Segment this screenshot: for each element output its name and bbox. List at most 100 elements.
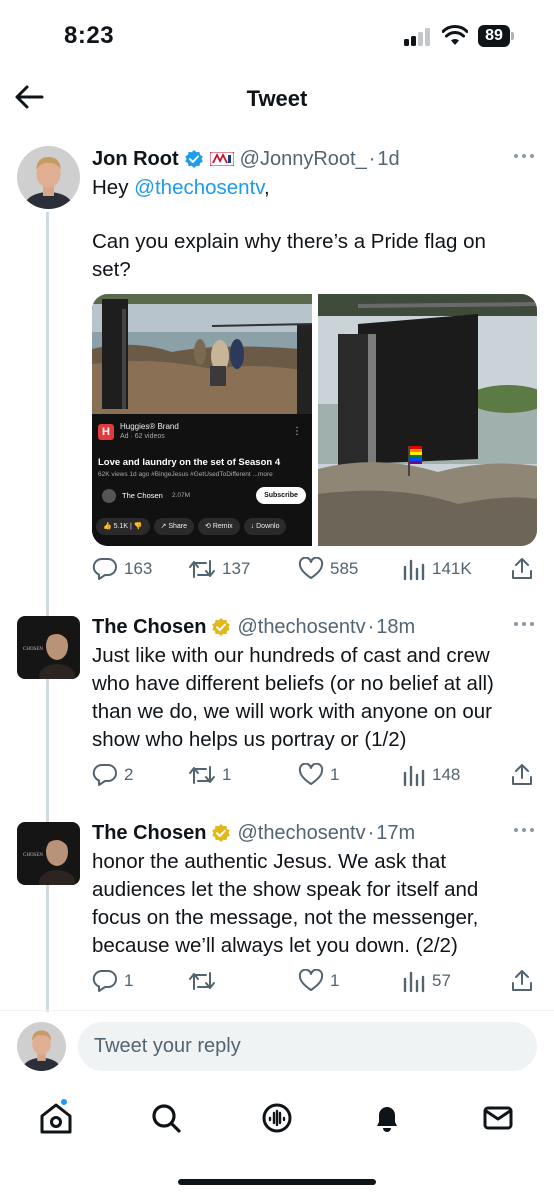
like-button[interactable]: 1 (298, 762, 339, 788)
video-remix-chip: ⟲ Remix (198, 518, 240, 535)
share-button[interactable] (511, 762, 533, 788)
more-options-icon[interactable] (514, 150, 536, 162)
video-meta: 62K views 1d ago #BingeJesus #GetUsedToD… (98, 471, 273, 478)
tweet-header: The Chosen @thechosentv · 17m (92, 821, 416, 845)
retweet-button[interactable]: 1 (188, 762, 231, 788)
tweet-text: Hey @thechosentv, (92, 176, 270, 199)
nav-home[interactable] (34, 1096, 78, 1140)
page-title: Tweet (246, 86, 308, 111)
media-image-youtube[interactable]: H Huggies® Brand Ad · 62 videos ⋮ Love a… (92, 294, 313, 546)
youtube-card: H Huggies® Brand Ad · 62 videos ⋮ Love a… (92, 414, 312, 546)
media-image-set[interactable] (318, 294, 537, 546)
like-icon (298, 969, 324, 991)
views-count: 148 (432, 765, 461, 784)
my-avatar (17, 1022, 66, 1071)
nav-messages[interactable] (476, 1096, 520, 1140)
views-button[interactable]: 141K (402, 556, 472, 582)
mention-link[interactable]: @thechosentv (134, 176, 264, 199)
status-bar: 8:23 89 (0, 0, 554, 72)
more-options-icon[interactable] (514, 824, 536, 836)
verified-icon (184, 150, 203, 168)
author-handle: @thechosentv (237, 821, 366, 844)
video-like-chip: 👍 5.1K | 👎 (96, 518, 150, 535)
tweet-actions: 1 1 57 (92, 968, 537, 994)
nav-spaces[interactable] (255, 1096, 299, 1140)
like-icon (298, 557, 324, 579)
svg-text:CHOSEN: CHOSEN (23, 853, 43, 858)
tweet-main[interactable]: Jon Root @JonnyRoot_ · 1d Hey @thechosen… (0, 146, 554, 586)
tweet-reply-1[interactable]: CHOSEN The Chosen @thechosentv · 18m Jus… (0, 614, 554, 794)
video-actions: 👍 5.1K | 👎 ↗ Share ⟲ Remix ↓ Downlo (96, 518, 287, 536)
wifi-icon (442, 25, 468, 45)
share-icon (512, 558, 532, 579)
views-button[interactable]: 148 (402, 762, 460, 788)
like-icon (298, 763, 324, 785)
channel-subscribers: 2.07M (172, 492, 191, 499)
avatar[interactable] (17, 146, 80, 209)
reply-count: 2 (124, 765, 134, 784)
affiliate-badge-icon (209, 152, 234, 166)
retweet-icon (189, 972, 215, 990)
reply-icon (92, 557, 117, 580)
nav-search[interactable] (144, 1096, 188, 1140)
views-count: 141K (432, 559, 472, 578)
views-icon (403, 765, 425, 787)
reply-count: 1 (124, 971, 134, 990)
tweet-text: honor the authentic Jesus. We ask that a… (92, 850, 479, 957)
share-icon (512, 970, 532, 991)
share-icon (512, 764, 532, 785)
more-options-icon[interactable] (514, 618, 536, 630)
like-button[interactable]: 1 (298, 968, 339, 994)
brand-logo-icon: H (98, 424, 114, 440)
author-handle: @thechosentv (237, 615, 366, 638)
battery-level: 89 (478, 25, 510, 47)
reply-button[interactable]: 1 (92, 968, 133, 994)
divider (0, 1010, 554, 1011)
messages-icon (483, 1106, 513, 1130)
like-count: 1 (330, 971, 340, 990)
share-button[interactable] (511, 556, 533, 582)
retweet-button[interactable] (188, 968, 222, 994)
avatar[interactable]: CHOSEN (17, 616, 80, 679)
battery-icon: 89 (478, 25, 514, 47)
notifications-icon (377, 1107, 397, 1132)
verified-gold-icon (212, 824, 231, 842)
like-button[interactable]: 585 (298, 556, 358, 582)
tweet-time: 1d (377, 147, 400, 170)
avatar[interactable]: CHOSEN (17, 822, 80, 885)
share-button[interactable] (511, 968, 533, 994)
subscribe-button: Subscribe (256, 487, 306, 504)
tweet-text: Just like with our hundreds of cast and … (92, 644, 494, 751)
reply-icon (92, 969, 117, 992)
home-icon (40, 1103, 72, 1134)
tweet-reply-2[interactable]: CHOSEN The Chosen @thechosentv · 17m hon… (0, 820, 554, 1000)
video-still (92, 294, 313, 414)
tweet-actions: 163 137 585 141K (92, 556, 537, 582)
author-name[interactable]: The Chosen (92, 616, 206, 639)
ad-label: Ad · 62 videos (120, 433, 165, 440)
header: Tweet (0, 72, 554, 124)
kebab-icon: ⋮ (292, 426, 302, 437)
video-share-chip: ↗ Share (153, 518, 195, 535)
views-count: 57 (432, 971, 451, 990)
views-button[interactable]: 57 (402, 968, 451, 994)
like-count: 585 (330, 559, 359, 578)
nav-notifications[interactable] (365, 1096, 409, 1140)
tweet-time: 18m (376, 615, 416, 638)
retweet-icon (189, 766, 215, 784)
retweet-button[interactable]: 137 (188, 556, 250, 582)
author-handle: @JonnyRoot_ (239, 147, 367, 170)
tweet-media[interactable]: H Huggies® Brand Ad · 62 videos ⋮ Love a… (92, 294, 537, 546)
reply-button[interactable]: 163 (92, 556, 152, 582)
ad-brand: Huggies® Brand (120, 422, 179, 431)
tweet-time: 17m (376, 821, 416, 844)
author-name[interactable]: The Chosen (92, 822, 206, 845)
reply-input[interactable]: Tweet your reply (78, 1022, 537, 1071)
svg-text:CHOSEN: CHOSEN (23, 647, 43, 652)
video-download-chip: ↓ Downlo (243, 518, 287, 535)
reply-button[interactable]: 2 (92, 762, 133, 788)
video-title: Love and laundry on the set of Season 4 (98, 457, 281, 468)
author-name[interactable]: Jon Root (92, 148, 179, 171)
retweet-icon (189, 560, 215, 578)
tweet-actions: 2 1 1 148 (92, 762, 537, 788)
